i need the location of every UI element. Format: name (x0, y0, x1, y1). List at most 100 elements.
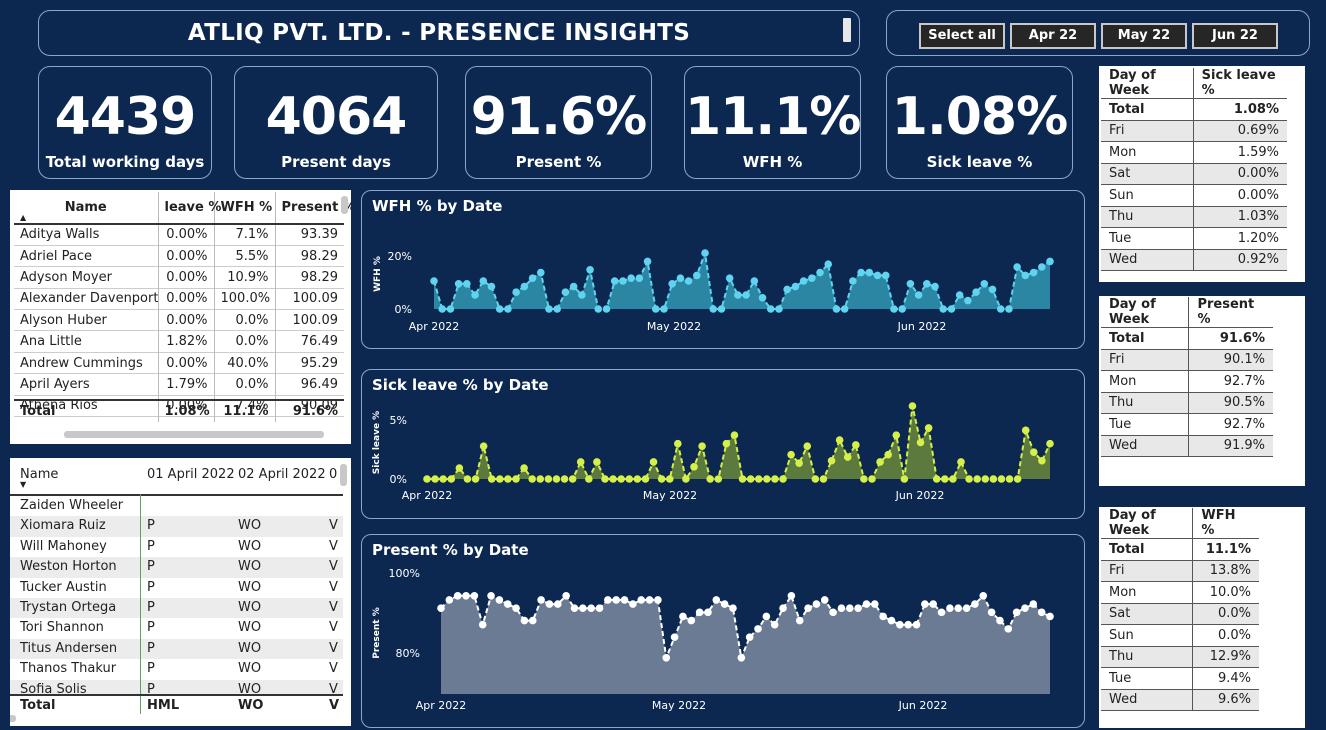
present-cell: 76.49 (274, 330, 344, 353)
list-item[interactable]: Thanos Thakur P WO V (10, 659, 343, 680)
value-cell: 1.03% (1193, 206, 1287, 228)
sick-leave-cell: 0.00% (157, 352, 214, 374)
table-row[interactable]: Mon 92.7% (1101, 370, 1273, 393)
list-item[interactable]: Trystan Ortega P WO V (10, 597, 343, 619)
data-point (620, 596, 629, 604)
list-item[interactable]: Tucker Austin P WO V (10, 577, 343, 598)
table-row[interactable]: Tue 9.4% (1101, 667, 1259, 690)
list-item[interactable]: Xiomara Ruiz P WO V (10, 516, 343, 537)
table-row[interactable]: Adriel Pace 0.00% 5.5% 98.29 (14, 245, 344, 267)
col-header-date[interactable]: 02 April 2022 (238, 467, 326, 482)
table-row[interactable]: April Ayers 1.79% 0.0% 96.49 (14, 373, 344, 396)
col-header-date[interactable]: 01 April 2022 (147, 467, 235, 482)
total-sick-leave: 1.08% (157, 401, 214, 422)
data-point (965, 475, 973, 483)
col-header-name[interactable]: Name ▲ (14, 192, 158, 224)
table-row[interactable]: Fri 90.1% (1101, 349, 1273, 371)
x-tick-label: Apr 2022 (416, 699, 467, 712)
table-row[interactable]: Tue 1.20% (1101, 227, 1287, 250)
employee-name-cell: Alexander Davenport (20, 291, 158, 307)
data-point (701, 249, 709, 257)
table-row[interactable]: Sun 0.00% (1101, 184, 1287, 207)
x-tick-label: Apr 2022 (402, 489, 453, 502)
value-cell: 91.9% (1188, 435, 1273, 457)
data-point (887, 616, 896, 625)
horizontal-scrollbar[interactable] (10, 715, 16, 722)
list-item[interactable]: Zaiden Wheeler (10, 496, 343, 517)
slicer-apr22-button[interactable]: Apr 22 (1010, 23, 1096, 49)
data-point (779, 475, 787, 483)
col-header-present[interactable]: Present % (274, 192, 351, 224)
table-row[interactable]: Alyson Huber 0.00% 0.0% 100.09 (14, 309, 344, 331)
title-bar: ATLIQ PVT. LTD. - PRESENCE INSIGHTS (38, 10, 860, 56)
table-row[interactable]: Sat 0.0% (1101, 603, 1259, 625)
slicer-may22-button[interactable]: May 22 (1101, 23, 1187, 49)
title-scrollbar[interactable] (843, 18, 851, 42)
col-header-value[interactable]: Sick leave % (1193, 68, 1287, 99)
data-point (954, 604, 963, 612)
list-item[interactable]: Sofia Solis P WO V (10, 679, 343, 694)
attendance-cell: WO (238, 518, 262, 534)
data-point (916, 438, 925, 447)
table-row[interactable]: Fri 13.8% (1101, 560, 1259, 582)
total-label: Total (20, 698, 56, 713)
total-value: 11.1% (1192, 538, 1259, 561)
table-row[interactable]: Thu 90.5% (1101, 392, 1273, 414)
table-row[interactable]: Andrew Cummings 0.00% 40.0% 95.29 (14, 352, 344, 374)
slicer-select-all-button[interactable]: Select all (919, 23, 1005, 49)
data-point (1021, 271, 1030, 280)
col-header-value[interactable]: WFH % (1192, 508, 1259, 539)
data-point (649, 458, 658, 466)
table-row[interactable]: Aditya Walls 0.00% 7.1% 93.39 (14, 224, 344, 246)
col-header-day[interactable]: Day of Week (1101, 68, 1194, 99)
list-item[interactable]: Tori Shannon P WO V (10, 618, 343, 639)
table-row[interactable]: Wed 0.92% (1101, 249, 1287, 271)
table-row[interactable]: Sun 0.0% (1101, 624, 1259, 647)
table-row[interactable]: Tue 92.7% (1101, 413, 1273, 436)
table-row[interactable]: Alexander Davenport 0.00% 100.0% 100.09 (14, 288, 344, 310)
col-header-day[interactable]: Day of Week (1101, 508, 1194, 539)
sick-leave-cell: 0.00% (157, 224, 214, 246)
data-point (503, 600, 512, 608)
table-row[interactable]: Wed 9.6% (1101, 689, 1259, 711)
table-row[interactable]: Mon 1.59% (1101, 141, 1287, 164)
data-point (552, 475, 561, 483)
data-point (997, 475, 1006, 483)
data-point (824, 260, 833, 268)
col-header-wfh[interactable]: WFH % (213, 192, 275, 224)
data-point (512, 475, 520, 483)
value-cell: 90.5% (1188, 392, 1273, 414)
table-row[interactable]: Adyson Moyer 0.00% 10.9% 98.29 (14, 266, 344, 289)
day-cell: Sun (1101, 184, 1194, 207)
horizontal-scrollbar[interactable] (64, 431, 324, 438)
col-header-date[interactable]: 0 (329, 467, 337, 482)
vertical-scrollbar[interactable] (341, 196, 348, 214)
slicer-jun22-button[interactable]: Jun 22 (1192, 23, 1278, 49)
table-row[interactable]: Sat 0.00% (1101, 163, 1287, 185)
col-header-value[interactable]: Present % (1188, 297, 1273, 328)
table-row[interactable]: Mon 10.0% (1101, 581, 1259, 604)
table-row[interactable]: Thu 1.03% (1101, 206, 1287, 228)
data-point (827, 456, 836, 465)
col-header-sick-leave[interactable]: leave % (157, 192, 221, 224)
data-point (862, 600, 871, 608)
list-item[interactable]: Titus Andersen P WO V (10, 638, 343, 660)
wfh-cell: 5.5% (213, 245, 275, 267)
data-point (912, 620, 921, 629)
table-row[interactable]: Wed 91.9% (1101, 435, 1273, 457)
list-item[interactable]: Will Mahoney P WO V (10, 536, 343, 558)
data-point (1029, 600, 1038, 608)
data-point (569, 282, 578, 291)
x-tick-label: Jun 2022 (898, 699, 948, 712)
table-row[interactable]: Fri 0.69% (1101, 120, 1287, 142)
data-point (528, 274, 537, 282)
value-cell: 9.4% (1192, 667, 1259, 690)
table-row[interactable]: Thu 12.9% (1101, 646, 1259, 668)
data-point (633, 475, 642, 483)
table-row[interactable]: Ana Little 1.82% 0.0% 76.49 (14, 330, 344, 353)
day-cell: Thu (1101, 206, 1194, 228)
vertical-scrollbar[interactable] (340, 464, 347, 486)
list-item[interactable]: Weston Horton P WO V (10, 557, 343, 578)
col-header-day[interactable]: Day of Week (1101, 297, 1190, 328)
wfh-by-date-chart: WFH % by Date WFH % 0% 20% Apr 2022 May 2022… (361, 190, 1085, 349)
